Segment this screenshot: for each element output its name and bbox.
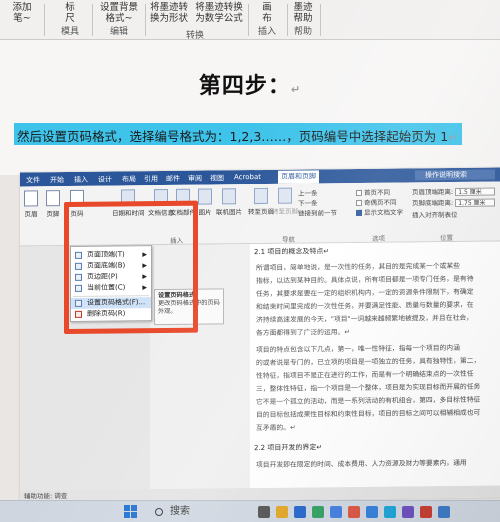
tab-header-footer[interactable]: 页眉和页脚 [278, 170, 319, 184]
app-icon[interactable] [402, 506, 414, 518]
app-icon[interactable] [348, 506, 360, 518]
start-button[interactable] [124, 505, 138, 519]
windows-taskbar: 搜索 [0, 500, 500, 522]
header-icon [24, 190, 38, 207]
position-group-name: 位置 [440, 233, 453, 243]
ribbon-label: 笔~ [13, 13, 31, 24]
goto-header-button[interactable]: 转至页眉 [248, 187, 274, 216]
body-line: 各方面都得到了广泛的运用。↵ [256, 328, 351, 338]
ribbon-label: 布 [262, 13, 272, 24]
word-icon[interactable] [294, 506, 306, 518]
header-button[interactable]: 页眉 [24, 190, 38, 218]
section-heading: 2.1 项目的概念及特点↵ [254, 247, 330, 257]
embedded-screenshot: 文件 开始 插入 设计 布局 引用 邮件 审阅 视图 Acrobat 页眉和页脚… [20, 167, 500, 503]
body-line: 济持续高速发展的今天，"项目"一词越来越频繁地被提及，并且在社会， [256, 313, 473, 325]
document-page: 第四步：↵ 然后设置页码格式，选择编号格式为：1,2,3……，页码编号中选择起始… [0, 40, 500, 175]
highlighted-instruction[interactable]: 然后设置页码格式，选择编号格式为：1,2,3……，页码编号中选择起始页为 1↵ [17, 126, 457, 145]
tab-review[interactable]: 审阅 [188, 174, 202, 184]
tab-insert[interactable]: 插入 [74, 175, 88, 185]
tab-design[interactable]: 设计 [98, 175, 112, 185]
online-picture-button[interactable]: 联机图片 [216, 188, 242, 216]
top-ribbon: 添加 笔~ 标尺 模具 设置背景 格式~ 编辑 将墨迹转 换为形状 将墨迹转换 为数学公… [0, 0, 500, 41]
navigation-group-name: 导航 [282, 235, 295, 244]
taskbar-search[interactable]: 搜索 [150, 504, 230, 520]
body-line: 目的目标包括成果性目标和约束性目标，项目的目标之间可以相辅相成也可 [256, 408, 481, 420]
ribbon-canvas[interactable]: 画布 插入 [250, 0, 284, 40]
ribbon-group-add-pen[interactable]: 添加 笔~ [2, 0, 42, 40]
app-icon[interactable] [258, 506, 270, 518]
body-line: 互矛盾的。↵ [256, 423, 296, 433]
tab-home[interactable]: 开始 [50, 175, 64, 185]
goto-footer-button[interactable]: 转至页脚 [272, 187, 298, 216]
picture-icon [198, 188, 212, 205]
show-doc-text-option[interactable]: 显示文档文字 [356, 207, 403, 217]
ribbon-label: 换为形状 [149, 13, 188, 24]
next-button[interactable]: 下一条 [298, 197, 318, 207]
ribbon-label: 画 [262, 2, 272, 13]
ribbon-label: 设置背景 [99, 2, 138, 13]
ribbon-label: 将墨迹转 [149, 2, 188, 13]
app-icon[interactable] [438, 506, 450, 518]
footer-button[interactable]: 页脚 [46, 190, 60, 218]
picture-button[interactable]: 图片 [198, 188, 212, 217]
ribbon-label: 帮助 [293, 13, 313, 24]
ribbon-ink-help[interactable]: 墨迹 帮助 帮助 [288, 0, 318, 40]
body-line: 项目开发即在限定的时间、成本费用、人力资源及财力等要素内，通用 [256, 458, 467, 470]
ribbon-label: 格式~ [105, 13, 133, 24]
ribbon-label: 将墨迹转换 [195, 2, 243, 13]
checkbox-icon [356, 189, 362, 196]
ribbon-label: 尺 [65, 13, 75, 24]
ribbon-group-background[interactable]: 设置背景 格式~ 编辑 [94, 0, 144, 40]
tab-file[interactable]: 文件 [26, 175, 40, 185]
odd-even-option[interactable]: 奇偶页不同 [356, 197, 397, 207]
tab-mailings[interactable]: 邮件 [166, 174, 180, 184]
tell-me-search[interactable]: 操作说明搜索 [415, 169, 495, 181]
ribbon-label: 墨迹 [293, 2, 313, 13]
ribbon-label: 标 [65, 2, 75, 13]
app-icon[interactable] [312, 506, 324, 518]
footer-distance-input[interactable]: 1.75 厘米 [455, 198, 496, 207]
online-picture-icon [222, 188, 236, 205]
section-heading: 2.2 项目开发的界定↵ [254, 443, 323, 453]
app-icon[interactable] [420, 506, 432, 518]
first-page-option[interactable]: 首页不同 [356, 187, 390, 197]
tab-references[interactable]: 引用 [144, 174, 158, 184]
checkbox-icon [356, 199, 362, 206]
windows-logo-icon [124, 505, 130, 511]
ribbon-label: 为数学公式 [195, 13, 243, 24]
ribbon-group-name: 帮助 [293, 27, 312, 37]
app-icon[interactable] [330, 506, 342, 518]
header-distance-input[interactable]: 1.5 厘米 [455, 187, 496, 196]
insert-align-tab-button[interactable]: 插入对齐制表位 [412, 209, 458, 219]
ribbon-group-ruler[interactable]: 标尺 模具 [52, 0, 88, 40]
ribbon-group-name: 模具 [60, 27, 79, 37]
previous-button[interactable]: 上一条 [298, 187, 318, 197]
ribbon-group-name: 编辑 [109, 27, 128, 37]
footer-bottom-distance: 页脚底端距离: 1.75 厘米 [412, 197, 496, 207]
tab-layout[interactable]: 布局 [122, 174, 136, 184]
options-group-name: 选项 [372, 234, 385, 243]
app-icon[interactable] [384, 506, 396, 518]
goto-header-icon [254, 187, 268, 205]
red-highlight-box [64, 200, 198, 335]
ribbon-label: 添加 [12, 2, 32, 13]
checkbox-checked-icon [356, 209, 362, 216]
link-previous-button[interactable]: 链接到前一节 [298, 207, 337, 217]
header-top-distance: 页眉顶端距离: 1.5 厘米 [412, 186, 496, 196]
app-icon[interactable] [366, 506, 378, 518]
goto-footer-icon [278, 187, 292, 204]
footer-icon [46, 190, 60, 207]
tab-view[interactable]: 视图 [210, 173, 224, 183]
document-body[interactable]: 2.1 项目的概念及特点↵ 所谓项目，简单地说，是一次性的任务，其目的是完成某一… [252, 241, 500, 501]
ribbon-group-name: 插入 [257, 27, 276, 37]
step-title: 第四步：↵ [198, 74, 302, 99]
file-explorer-icon[interactable] [276, 506, 288, 518]
tab-acrobat[interactable]: Acrobat [234, 173, 261, 181]
